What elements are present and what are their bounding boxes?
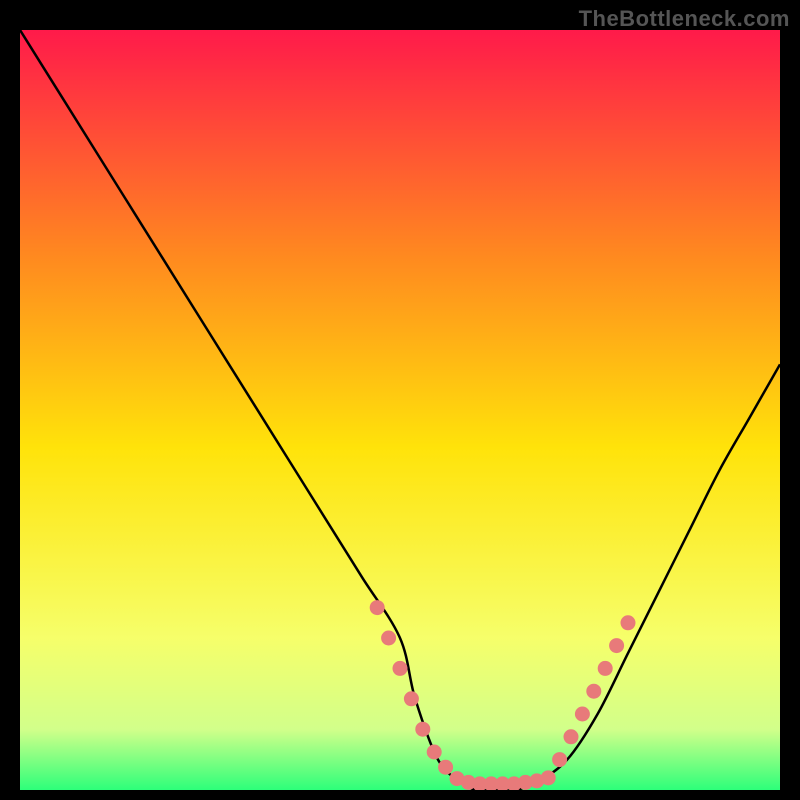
bottleneck-chart — [20, 30, 780, 790]
highlight-dot — [564, 729, 579, 744]
highlight-dot — [393, 661, 408, 676]
chart-frame: TheBottleneck.com — [0, 0, 800, 800]
highlight-dot — [598, 661, 613, 676]
highlight-dot — [381, 631, 396, 646]
highlight-dot — [552, 752, 567, 767]
highlight-dot — [541, 770, 556, 785]
gradient-panel — [20, 30, 780, 790]
highlight-dot — [415, 722, 430, 737]
highlight-dot — [609, 638, 624, 653]
highlight-dot — [427, 745, 442, 760]
highlight-dot — [370, 600, 385, 615]
highlight-dot — [404, 691, 419, 706]
highlight-dot — [575, 707, 590, 722]
highlight-dot — [438, 760, 453, 775]
plot-area — [20, 30, 780, 790]
highlight-dot — [621, 615, 636, 630]
watermark-label: TheBottleneck.com — [579, 6, 790, 32]
highlight-dot — [586, 684, 601, 699]
